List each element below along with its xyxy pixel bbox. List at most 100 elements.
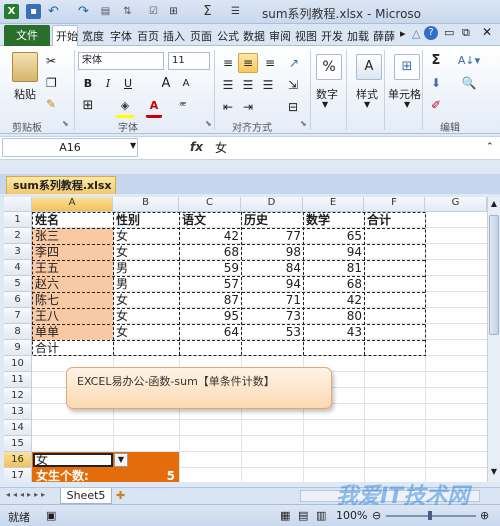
- align-left-icon[interactable]: ☰: [220, 76, 236, 94]
- workbook-tab[interactable]: sum系列教程.xlsx: [6, 176, 116, 194]
- table-cell[interactable]: 女: [114, 245, 179, 260]
- row-header[interactable]: 16: [4, 452, 32, 468]
- row-header[interactable]: 4: [4, 260, 32, 276]
- table-cell[interactable]: 赵六: [33, 277, 113, 292]
- borders-icon[interactable]: ⊞: [80, 97, 96, 115]
- row-header[interactable]: 6: [4, 292, 32, 308]
- tab-extra[interactable]: 薛薛: [373, 28, 395, 44]
- clipboard-launcher-icon[interactable]: ⬊: [62, 119, 69, 128]
- table-cell[interactable]: 73: [242, 309, 303, 324]
- table-cell[interactable]: 68: [180, 245, 241, 260]
- font-size-combo[interactable]: 11: [168, 52, 210, 70]
- paste-clipboard-icon[interactable]: [12, 52, 38, 82]
- table-cell[interactable]: 男: [114, 277, 179, 292]
- insert-function-button[interactable]: fx: [190, 140, 203, 154]
- table-cell[interactable]: 王五: [33, 261, 113, 276]
- table-cell[interactable]: 65: [304, 229, 364, 244]
- column-header-c[interactable]: C: [179, 197, 241, 212]
- align-center-icon[interactable]: ☰: [240, 76, 256, 94]
- tab-scroll-icon[interactable]: ▸: [400, 27, 406, 40]
- table-cell[interactable]: 87: [180, 293, 241, 308]
- row-header[interactable]: 11: [4, 372, 32, 388]
- table-cell[interactable]: 59: [180, 261, 241, 276]
- table-cell[interactable]: 张三: [33, 229, 113, 244]
- undo-icon[interactable]: ↶: [46, 4, 61, 19]
- tab-2[interactable]: 宽度: [82, 28, 104, 44]
- orientation-icon[interactable]: ↗: [284, 54, 304, 72]
- cells-icon[interactable]: ⊞: [394, 54, 420, 80]
- row-header[interactable]: 1: [4, 212, 32, 228]
- scroll-down-icon[interactable]: ▼: [489, 467, 499, 479]
- header-total[interactable]: 合计: [365, 213, 425, 228]
- row-header[interactable]: 17: [4, 468, 32, 482]
- table-cell[interactable]: 42: [304, 293, 364, 308]
- table-cell[interactable]: 53: [242, 325, 303, 340]
- page-break-icon[interactable]: ▥: [316, 509, 326, 522]
- row-header[interactable]: 8: [4, 324, 32, 340]
- validation-dropdown-icon[interactable]: ▼: [114, 453, 128, 467]
- fill-color-icon[interactable]: ◈: [116, 97, 134, 118]
- name-box[interactable]: A16: [2, 138, 138, 157]
- table-cell[interactable]: 94: [304, 245, 364, 260]
- header-chinese[interactable]: 语文: [180, 213, 241, 228]
- font-color-button[interactable]: A: [146, 97, 162, 118]
- vertical-scrollbar[interactable]: ▲ ▼: [487, 197, 500, 482]
- table-cell[interactable]: 女: [114, 229, 179, 244]
- grid-icon[interactable]: ⊞: [166, 4, 181, 19]
- table-cell[interactable]: 84: [242, 261, 303, 276]
- tab-insert[interactable]: 插入: [163, 28, 185, 44]
- table-cell[interactable]: 94: [242, 277, 303, 292]
- normal-view-icon[interactable]: ▦: [280, 509, 290, 522]
- align-right-icon[interactable]: ☰: [260, 76, 276, 94]
- merge-center-icon[interactable]: ⊟: [284, 98, 302, 116]
- tab-home[interactable]: 开始: [56, 28, 78, 44]
- table-cell[interactable]: 王八: [33, 309, 113, 324]
- cell-a16[interactable]: 女: [34, 453, 110, 468]
- spreadsheet-grid[interactable]: A B C D E F G 1 2 3 4 5 6 7 8 9 10 11 12…: [4, 197, 487, 482]
- align-middle-icon[interactable]: ≡: [238, 53, 258, 73]
- align-top-icon[interactable]: ≡: [220, 54, 236, 72]
- table-cell[interactable]: 57: [180, 277, 241, 292]
- font-launcher-icon[interactable]: ⬊: [205, 119, 212, 128]
- table-cell[interactable]: 81: [304, 261, 364, 276]
- header-history[interactable]: 历史: [242, 213, 303, 228]
- paste-button[interactable]: 粘贴: [14, 86, 36, 102]
- find-select-icon[interactable]: 🔍: [456, 74, 482, 92]
- header-gender[interactable]: 性别: [114, 213, 179, 228]
- grow-font-button[interactable]: A: [158, 75, 174, 93]
- table-cell[interactable]: 98: [242, 245, 303, 260]
- formula-content[interactable]: 女: [215, 139, 227, 156]
- clear-icon[interactable]: ✐: [428, 96, 444, 114]
- expand-formula-icon[interactable]: ⌃: [486, 142, 494, 152]
- redo-icon[interactable]: ↷: [76, 4, 91, 19]
- column-header-a[interactable]: A: [32, 197, 113, 212]
- row-header[interactable]: 2: [4, 228, 32, 244]
- table-cell[interactable]: 李四: [33, 245, 113, 260]
- checkbox-icon[interactable]: ☑: [146, 4, 161, 19]
- cut-icon[interactable]: ✂: [46, 54, 56, 68]
- table-cell[interactable]: 42: [180, 229, 241, 244]
- cell-a17-label[interactable]: 女生个数:: [34, 469, 114, 482]
- fill-icon[interactable]: ⬇: [428, 74, 444, 92]
- underline-button[interactable]: U: [120, 75, 136, 93]
- align-icon[interactable]: ☰: [228, 4, 243, 19]
- row-header[interactable]: 9: [4, 340, 32, 356]
- result-cell[interactable]: 5: [114, 469, 177, 482]
- header-name[interactable]: 姓名: [33, 213, 113, 228]
- table-cell[interactable]: 单单: [33, 325, 113, 340]
- restore-icon[interactable]: ⧉: [462, 26, 470, 40]
- cells-dropdown-icon[interactable]: ▼: [404, 100, 410, 109]
- table-cell[interactable]: 68: [304, 277, 364, 292]
- table-cell[interactable]: 男: [114, 261, 179, 276]
- format-painter-icon[interactable]: ✎: [46, 97, 56, 111]
- sort-icon[interactable]: ⇅: [120, 4, 135, 19]
- row-header[interactable]: 5: [4, 276, 32, 292]
- row-header[interactable]: 15: [4, 436, 32, 452]
- row-header[interactable]: 10: [4, 356, 32, 372]
- alignment-launcher-icon[interactable]: ⬊: [300, 119, 307, 128]
- table-cell[interactable]: 95: [180, 309, 241, 324]
- tab-data[interactable]: 数据: [243, 28, 265, 44]
- column-header-b[interactable]: B: [113, 197, 179, 212]
- tab-formula[interactable]: 公式: [217, 28, 239, 44]
- paste-icon[interactable]: ▤: [98, 4, 113, 19]
